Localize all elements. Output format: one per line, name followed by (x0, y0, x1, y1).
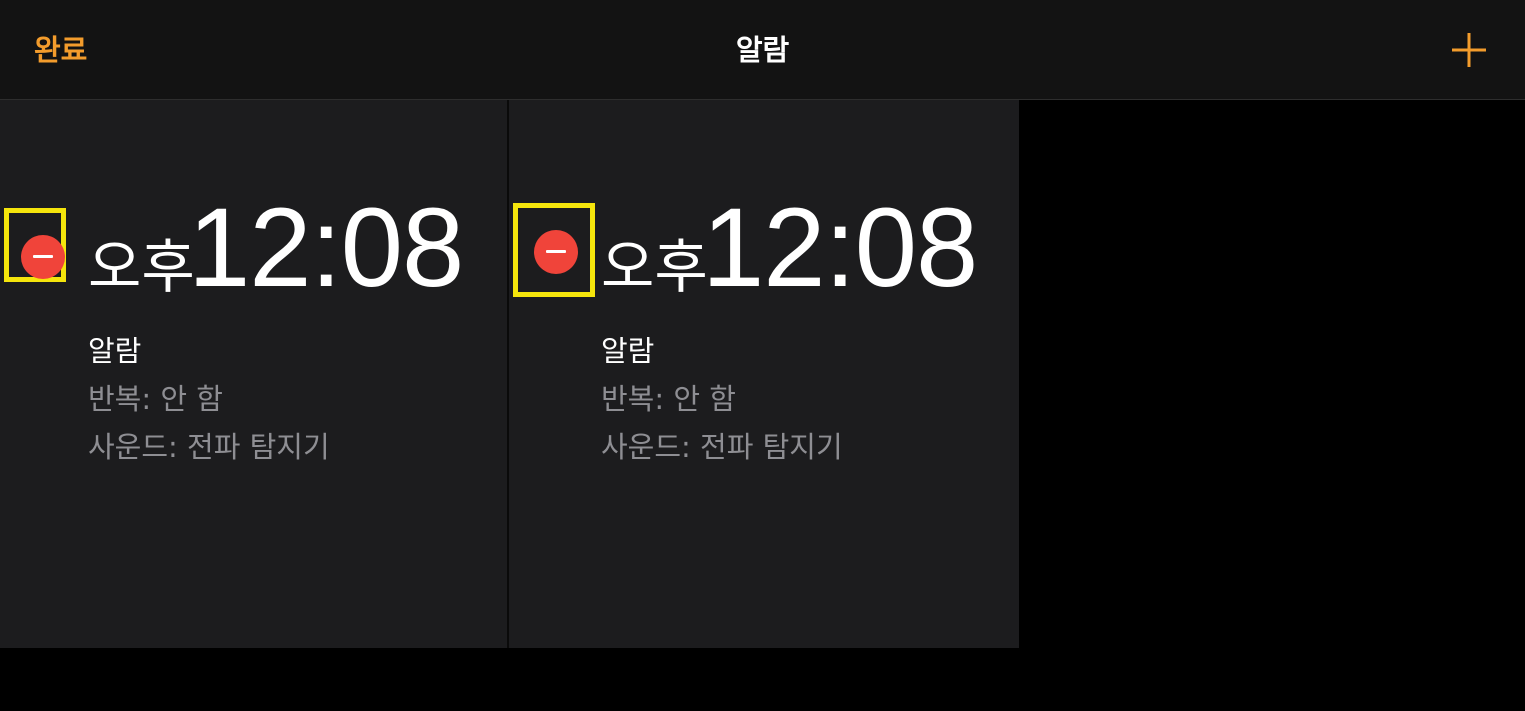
alarm-list: 오후 12:08 알람 반복: 안 함 사운드: 전파 탐지기 오후 12:08… (0, 100, 1525, 648)
alarm-time: 12:08 (702, 185, 978, 310)
alarm-sound: 사운드: 전파 탐지기 (88, 430, 330, 464)
minus-circle-icon (534, 230, 578, 274)
alarm-repeat: 반복: 안 함 (88, 382, 223, 416)
alarm-card[interactable]: 오후 12:08 알람 반복: 안 함 사운드: 전파 탐지기 (0, 100, 507, 648)
alarm-ampm: 오후 (88, 233, 195, 301)
minus-circle-icon (21, 235, 65, 279)
alarm-sound: 사운드: 전파 탐지기 (601, 430, 843, 464)
navigation-bar: 완료 알람 (0, 0, 1525, 100)
alarm-label: 알람 (601, 334, 655, 368)
delete-alarm-button[interactable] (4, 208, 66, 282)
alarm-label: 알람 (88, 334, 142, 368)
page-title: 알람 (735, 33, 790, 67)
plus-icon (1452, 33, 1486, 67)
alarm-repeat: 반복: 안 함 (601, 382, 736, 416)
add-alarm-button[interactable] (1450, 31, 1488, 69)
alarm-ampm: 오후 (601, 233, 708, 301)
alarm-card[interactable]: 오후 12:08 알람 반복: 안 함 사운드: 전파 탐지기 (509, 100, 1019, 648)
alarm-time: 12:08 (188, 185, 464, 310)
delete-alarm-button[interactable] (513, 203, 595, 297)
